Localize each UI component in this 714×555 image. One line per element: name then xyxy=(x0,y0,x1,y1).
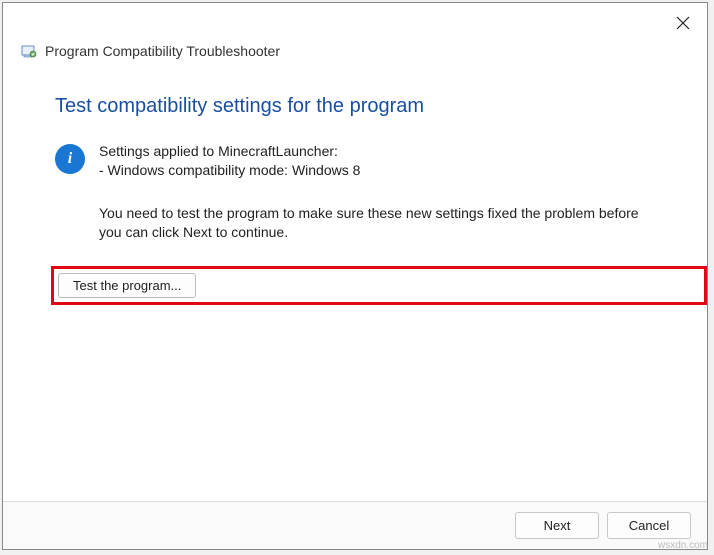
settings-applied-line: Settings applied to MinecraftLauncher: xyxy=(99,142,360,161)
dialog-footer: Next Cancel xyxy=(3,501,707,549)
instruction-text: You need to test the program to make sur… xyxy=(3,180,707,242)
compatibility-mode-line: - Windows compatibility mode: Windows 8 xyxy=(99,161,360,180)
troubleshooter-dialog: Program Compatibility Troubleshooter Tes… xyxy=(2,2,708,550)
info-section: i Settings applied to MinecraftLauncher:… xyxy=(3,118,707,180)
close-icon xyxy=(676,16,690,30)
dialog-title: Program Compatibility Troubleshooter xyxy=(45,43,280,59)
test-button-highlight: Test the program... xyxy=(51,266,707,305)
cancel-button[interactable]: Cancel xyxy=(607,512,691,539)
page-heading: Test compatibility settings for the prog… xyxy=(3,59,707,118)
dialog-header: Program Compatibility Troubleshooter xyxy=(3,3,707,59)
close-button[interactable] xyxy=(673,13,693,33)
test-program-button[interactable]: Test the program... xyxy=(58,273,196,298)
next-button[interactable]: Next xyxy=(515,512,599,539)
info-text: Settings applied to MinecraftLauncher: -… xyxy=(99,142,360,180)
troubleshooter-icon xyxy=(21,43,37,59)
info-icon: i xyxy=(55,144,85,174)
